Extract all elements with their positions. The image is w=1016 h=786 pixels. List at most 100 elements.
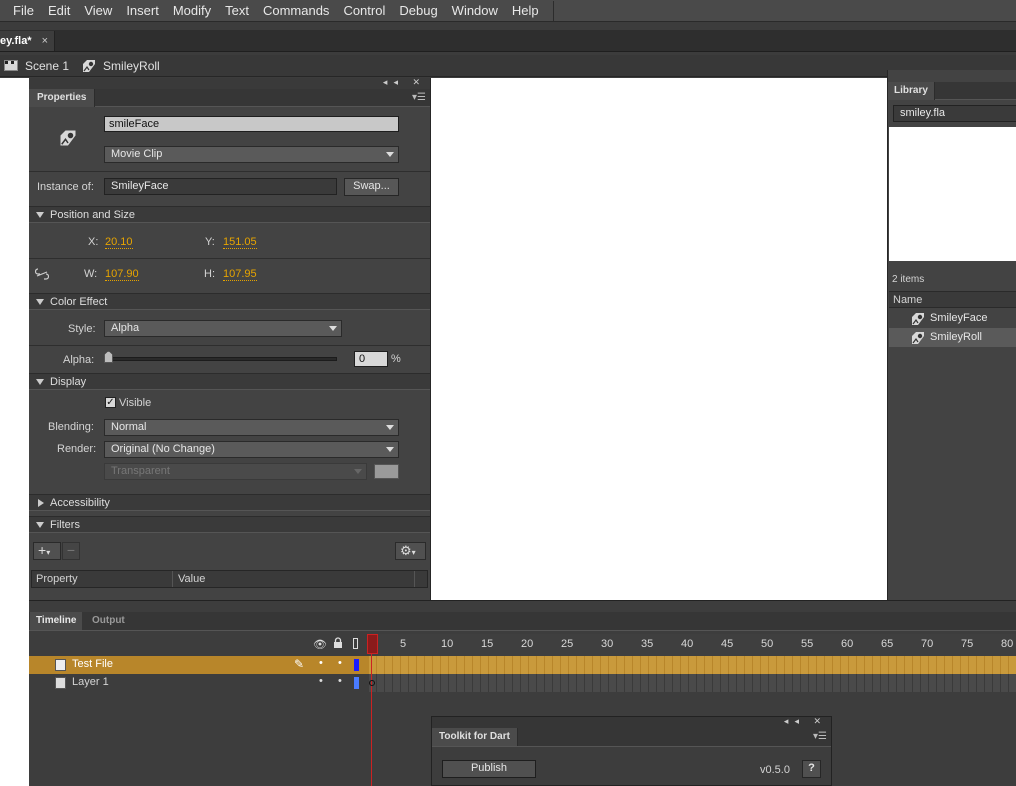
frame-number: 65 <box>881 638 894 650</box>
document-tab[interactable]: ey.fla* × <box>0 31 56 51</box>
render-value: Original (No Change) <box>111 443 215 455</box>
symbol-type-dropdown[interactable]: Movie Clip <box>104 146 399 163</box>
frame-number: 5 <box>400 638 407 650</box>
visible-checkbox[interactable]: ✓ <box>105 397 116 408</box>
menu-file[interactable]: File <box>6 3 41 18</box>
divider <box>29 258 430 259</box>
stage-canvas[interactable] <box>431 78 887 600</box>
visibility-dot[interactable]: • <box>319 675 323 687</box>
h-value[interactable]: 107.95 <box>223 268 257 281</box>
lock-dot[interactable]: • <box>338 675 342 687</box>
tab-library[interactable]: Library <box>888 82 935 100</box>
style-dropdown[interactable]: Alpha <box>104 320 342 337</box>
menu-text[interactable]: Text <box>218 3 256 18</box>
instance-name-input[interactable]: smileFace <box>104 116 399 132</box>
section-position-and-size[interactable]: Position and Size <box>29 206 430 223</box>
tab-timeline[interactable]: Timeline <box>30 612 83 630</box>
document-tab-title: ey.fla* <box>0 35 32 47</box>
scene-label[interactable]: Scene 1 <box>25 59 69 73</box>
collapse-close-icon[interactable]: ◂◂ ✕ <box>784 716 827 727</box>
menu-insert[interactable]: Insert <box>119 3 166 18</box>
section-display[interactable]: Display <box>29 373 430 390</box>
menu-modify[interactable]: Modify <box>166 3 218 18</box>
alpha-slider-track[interactable] <box>105 357 337 361</box>
x-value[interactable]: 20.10 <box>105 236 133 249</box>
chevron-down-icon <box>386 447 394 452</box>
alpha-label: Alpha: <box>63 354 95 366</box>
menu-debug[interactable]: Debug <box>392 3 444 18</box>
render-label: Render: <box>57 443 97 455</box>
movie-clip-icon <box>81 58 97 74</box>
outline-icon[interactable] <box>353 638 358 649</box>
remove-filter-button[interactable]: − <box>62 542 80 560</box>
display-title: Display <box>50 376 87 388</box>
properties-tab-row: Properties ▾☰ <box>29 89 430 107</box>
properties-panel: ◂◂ ✕ Properties ▾☰ smileFace Movie Clip … <box>29 77 431 600</box>
frame-number: 75 <box>961 638 974 650</box>
menu-edit[interactable]: Edit <box>41 3 77 18</box>
layer-color-swatch[interactable] <box>354 659 359 671</box>
frame-number: 10 <box>441 638 454 650</box>
panel-menu-icon[interactable]: ▾☰ <box>813 731 827 742</box>
blending-label: Blending: <box>48 421 94 433</box>
tab-output[interactable]: Output <box>86 612 131 630</box>
lock-dot[interactable]: • <box>338 657 342 669</box>
section-color-effect[interactable]: Color Effect <box>29 293 430 310</box>
publish-button[interactable]: Publish <box>442 760 536 778</box>
add-filter-button[interactable]: +▾ <box>33 542 61 560</box>
accessibility-title: Accessibility <box>50 497 110 509</box>
menu-commands[interactable]: Commands <box>256 3 336 18</box>
frame-number: 50 <box>761 638 774 650</box>
w-value[interactable]: 107.90 <box>105 268 139 281</box>
collapse-close-icon[interactable]: ◂◂ ✕ <box>383 77 426 88</box>
x-label: X: <box>88 236 99 248</box>
close-icon[interactable]: × <box>42 35 48 47</box>
swap-button[interactable]: Swap... <box>344 178 399 196</box>
visibility-dot[interactable]: • <box>319 657 323 669</box>
section-accessibility[interactable]: Accessibility <box>29 494 430 511</box>
symbol-label[interactable]: SmileyRoll <box>103 59 160 73</box>
library-item-label: SmileyFace <box>930 312 988 324</box>
lock-icon[interactable] <box>333 637 343 649</box>
edit-bar: Scene 1 SmileyRoll <box>0 55 1016 77</box>
playhead-marker[interactable] <box>367 634 378 654</box>
library-item[interactable]: SmileyRoll <box>889 328 1016 347</box>
collapsed-triangle-icon <box>38 499 44 507</box>
menu-control[interactable]: Control <box>336 3 392 18</box>
layer-frames-test-file[interactable] <box>369 656 1016 674</box>
y-value[interactable]: 151.05 <box>223 236 257 249</box>
menu-view[interactable]: View <box>77 3 119 18</box>
layer-color-swatch[interactable] <box>354 677 359 689</box>
library-col-name: Name <box>893 294 923 306</box>
eye-icon[interactable]: 👁 <box>313 638 327 651</box>
help-button[interactable]: ? <box>802 760 821 778</box>
layer-frames-layer-1[interactable] <box>369 674 1016 692</box>
frame-number: 35 <box>641 638 654 650</box>
alpha-input[interactable]: 0 <box>354 351 388 367</box>
frame-number: 45 <box>721 638 734 650</box>
panel-menu-icon[interactable]: ▾☰ <box>412 92 426 103</box>
layer-name[interactable]: Layer 1 <box>72 676 109 688</box>
menu-window[interactable]: Window <box>445 3 505 18</box>
color-effect-title: Color Effect <box>50 296 108 308</box>
section-filters[interactable]: Filters <box>29 516 430 533</box>
tab-toolkit-for-dart[interactable]: Toolkit for Dart <box>432 728 518 746</box>
library-item[interactable]: SmileyFace <box>889 309 1016 328</box>
toolkit-version: v0.5.0 <box>760 764 790 776</box>
layer-name[interactable]: Test File <box>72 658 113 670</box>
alpha-slider-handle[interactable] <box>104 351 113 363</box>
movie-clip-symbol-icon <box>58 128 78 148</box>
left-workspace-strip <box>0 78 29 786</box>
filter-options-gear-icon[interactable]: ⚙▾ <box>395 542 426 560</box>
library-item-label: SmileyRoll <box>930 331 982 343</box>
tab-properties[interactable]: Properties <box>29 89 96 107</box>
menu-bar: File Edit View Insert Modify Text Comman… <box>0 0 1016 22</box>
frame-ruler[interactable]: 1 5 10 15 20 25 30 35 40 45 50 55 60 65 … <box>369 634 1016 656</box>
blending-dropdown[interactable]: Normal <box>104 419 399 436</box>
link-icon[interactable] <box>34 267 50 281</box>
blending-value: Normal <box>111 421 147 433</box>
frame-number: 80 <box>1001 638 1014 650</box>
render-dropdown[interactable]: Original (No Change) <box>104 441 399 458</box>
menu-help[interactable]: Help <box>505 3 546 18</box>
library-file-dropdown[interactable]: smiley.fla <box>893 105 1016 122</box>
